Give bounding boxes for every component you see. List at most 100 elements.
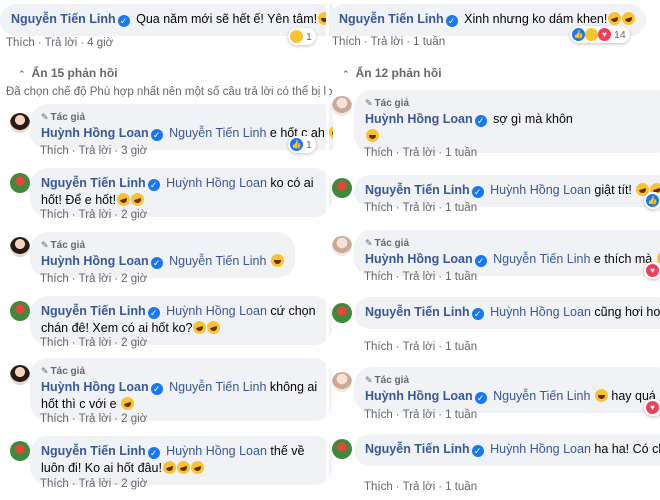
reply-link[interactable]: Trả lời xyxy=(79,209,112,221)
like-link[interactable]: Thích xyxy=(40,337,69,349)
like-reaction-icon: 👍 xyxy=(290,138,303,151)
reply-link[interactable]: Trả lời xyxy=(403,481,436,493)
timestamp[interactable]: 1 tuần xyxy=(445,409,477,421)
timestamp[interactable]: 1 tuần xyxy=(413,36,445,48)
like-link[interactable]: Thích xyxy=(40,145,69,157)
timestamp[interactable]: 1 tuần xyxy=(445,271,477,283)
reply-link[interactable]: Trả lời xyxy=(45,37,78,49)
mention-tag[interactable]: Huỳnh Hồng Loan xyxy=(490,183,591,197)
comment-author[interactable]: Huỳnh Hồng Loan xyxy=(365,389,473,403)
mention-tag[interactable]: Nguyễn Tiến Linh xyxy=(493,252,590,266)
reply-link[interactable]: Trả lời xyxy=(371,36,404,48)
comment-author[interactable]: Nguyễn Tiến Linh xyxy=(41,304,146,318)
comment-author[interactable]: Huỳnh Hồng Loan xyxy=(365,112,473,126)
mention-tag[interactable]: Nguyễn Tiến Linh xyxy=(169,126,266,140)
hide-replies-link[interactable]: ⌃ Ẩn 12 phản hồi xyxy=(342,66,442,80)
mention-tag[interactable]: Huỳnh Hồng Loan xyxy=(166,176,267,190)
like-link[interactable]: Thích xyxy=(364,202,393,214)
mention-tag[interactable]: Huỳnh Hồng Loan xyxy=(166,444,267,458)
timestamp[interactable]: 1 tuần xyxy=(445,481,477,493)
avatar[interactable] xyxy=(332,96,352,116)
reply-link[interactable]: Trả lời xyxy=(403,409,436,421)
rofl-emoji-icon xyxy=(205,319,223,336)
reaction-summary[interactable]: 👍 xyxy=(644,192,660,209)
reaction-summary[interactable]: 👍 ♥ 14 xyxy=(570,26,630,43)
rofl-emoji-icon xyxy=(191,319,209,336)
timestamp[interactable]: 2 giờ xyxy=(121,478,147,490)
mention-tag[interactable]: Huỳnh Hồng Loan xyxy=(166,304,267,318)
like-link[interactable]: Thích xyxy=(40,413,69,425)
reply-link[interactable]: Trả lời xyxy=(79,273,112,285)
comment-author[interactable]: Nguyễn Tiến Linh xyxy=(11,12,116,26)
comment-author[interactable]: Nguyễn Tiến Linh xyxy=(339,12,444,26)
reply-bubble: ✎ Tác giả Huỳnh Hồng Loan ✓ sợ gì mà khôn xyxy=(354,90,660,153)
reaction-summary[interactable]: ♥ xyxy=(644,399,660,416)
avatar[interactable] xyxy=(10,237,30,257)
avatar[interactable] xyxy=(332,178,352,198)
comment-author[interactable]: Nguyễn Tiến Linh xyxy=(365,442,470,456)
reply-link[interactable]: Trả lời xyxy=(79,413,112,425)
reply-bubble: Nguyễn Tiến Linh ✓ Huỳnh Hồng Loan cũng h… xyxy=(354,297,660,329)
comment-author[interactable]: Nguyễn Tiến Linh xyxy=(41,176,146,190)
reply-bubble: ✎ Tác giả Huỳnh Hồng Loan ✓ Nguyễn Tiến Li… xyxy=(354,230,660,276)
reaction-summary[interactable]: ♥ xyxy=(644,262,660,279)
timestamp[interactable]: 2 giờ xyxy=(121,413,147,425)
reply-link[interactable]: Trả lời xyxy=(403,271,436,283)
mention-tag[interactable]: Huỳnh Hồng Loan xyxy=(490,442,591,456)
author-tag: ✎ Tác giả xyxy=(41,240,86,251)
comment-author[interactable]: Huỳnh Hồng Loan xyxy=(41,380,149,394)
reply-link[interactable]: Trả lời xyxy=(403,147,436,159)
avatar[interactable] xyxy=(10,301,30,321)
reply-link[interactable]: Trả lời xyxy=(79,145,112,157)
mention-tag[interactable]: Nguyễn Tiến Linh xyxy=(493,389,590,403)
comment-author[interactable]: Nguyễn Tiến Linh xyxy=(365,305,470,319)
rofl-emoji-icon xyxy=(161,459,178,476)
reaction-summary[interactable]: 1 xyxy=(288,28,316,45)
like-link[interactable]: Thích xyxy=(6,37,35,49)
comment-author[interactable]: Nguyễn Tiến Linh xyxy=(41,444,146,458)
reaction-summary[interactable]: 👍 1 xyxy=(288,136,316,153)
comment-author[interactable]: Nguyễn Tiến Linh xyxy=(365,183,470,197)
avatar[interactable] xyxy=(10,441,30,461)
like-link[interactable]: Thích xyxy=(364,147,393,159)
hide-replies-link[interactable]: ⌃ Ẩn 15 phản hồi xyxy=(18,66,118,80)
like-link[interactable]: Thích xyxy=(40,478,69,490)
comment-text: Xinh nhưng ko dám khen! xyxy=(464,12,608,26)
timestamp[interactable]: 1 tuần xyxy=(445,147,477,159)
verified-badge-icon: ✓ xyxy=(117,15,130,27)
like-link[interactable]: Thích xyxy=(364,409,393,421)
like-link[interactable]: Thích xyxy=(364,481,393,493)
reply-link[interactable]: Trả lời xyxy=(403,202,436,214)
heart-reaction-icon: ♥ xyxy=(646,401,659,414)
timestamp[interactable]: 3 giờ xyxy=(121,145,147,157)
mention-tag[interactable]: Nguyễn Tiến Linh xyxy=(169,380,266,394)
like-link[interactable]: Thích xyxy=(364,271,393,283)
timestamp[interactable]: 2 giờ xyxy=(121,337,147,349)
avatar[interactable] xyxy=(332,439,352,459)
avatar[interactable] xyxy=(10,113,30,133)
comment-author[interactable]: Huỳnh Hồng Loan xyxy=(41,254,149,268)
mention-tag[interactable]: Nguyễn Tiến Linh xyxy=(169,254,266,268)
comment-author[interactable]: Huỳnh Hồng Loan xyxy=(41,126,149,140)
rofl-emoji-icon xyxy=(189,459,206,476)
avatar[interactable] xyxy=(332,236,352,256)
timestamp[interactable]: 2 giờ xyxy=(121,273,147,285)
reply-link[interactable]: Trả lời xyxy=(79,478,112,490)
reply-link[interactable]: Trả lời xyxy=(403,341,436,353)
timestamp[interactable]: 1 tuần xyxy=(445,202,477,214)
timestamp[interactable]: 2 giờ xyxy=(121,209,147,221)
timestamp[interactable]: 1 tuần xyxy=(445,341,477,353)
avatar[interactable] xyxy=(332,303,352,323)
reply-link[interactable]: Trả lời xyxy=(79,337,112,349)
avatar[interactable] xyxy=(10,365,30,385)
avatar[interactable] xyxy=(332,372,352,392)
like-link[interactable]: Thích xyxy=(40,273,69,285)
like-link[interactable]: Thích xyxy=(364,341,393,353)
avatar[interactable] xyxy=(10,173,30,193)
comment-actions: Thích · Trả lời · 2 giờ xyxy=(40,337,148,349)
comment-author[interactable]: Huỳnh Hồng Loan xyxy=(365,252,473,266)
mention-tag[interactable]: Huỳnh Hồng Loan xyxy=(490,305,591,319)
like-link[interactable]: Thích xyxy=(40,209,69,221)
timestamp[interactable]: 4 giờ xyxy=(87,37,113,49)
like-link[interactable]: Thích xyxy=(332,36,361,48)
